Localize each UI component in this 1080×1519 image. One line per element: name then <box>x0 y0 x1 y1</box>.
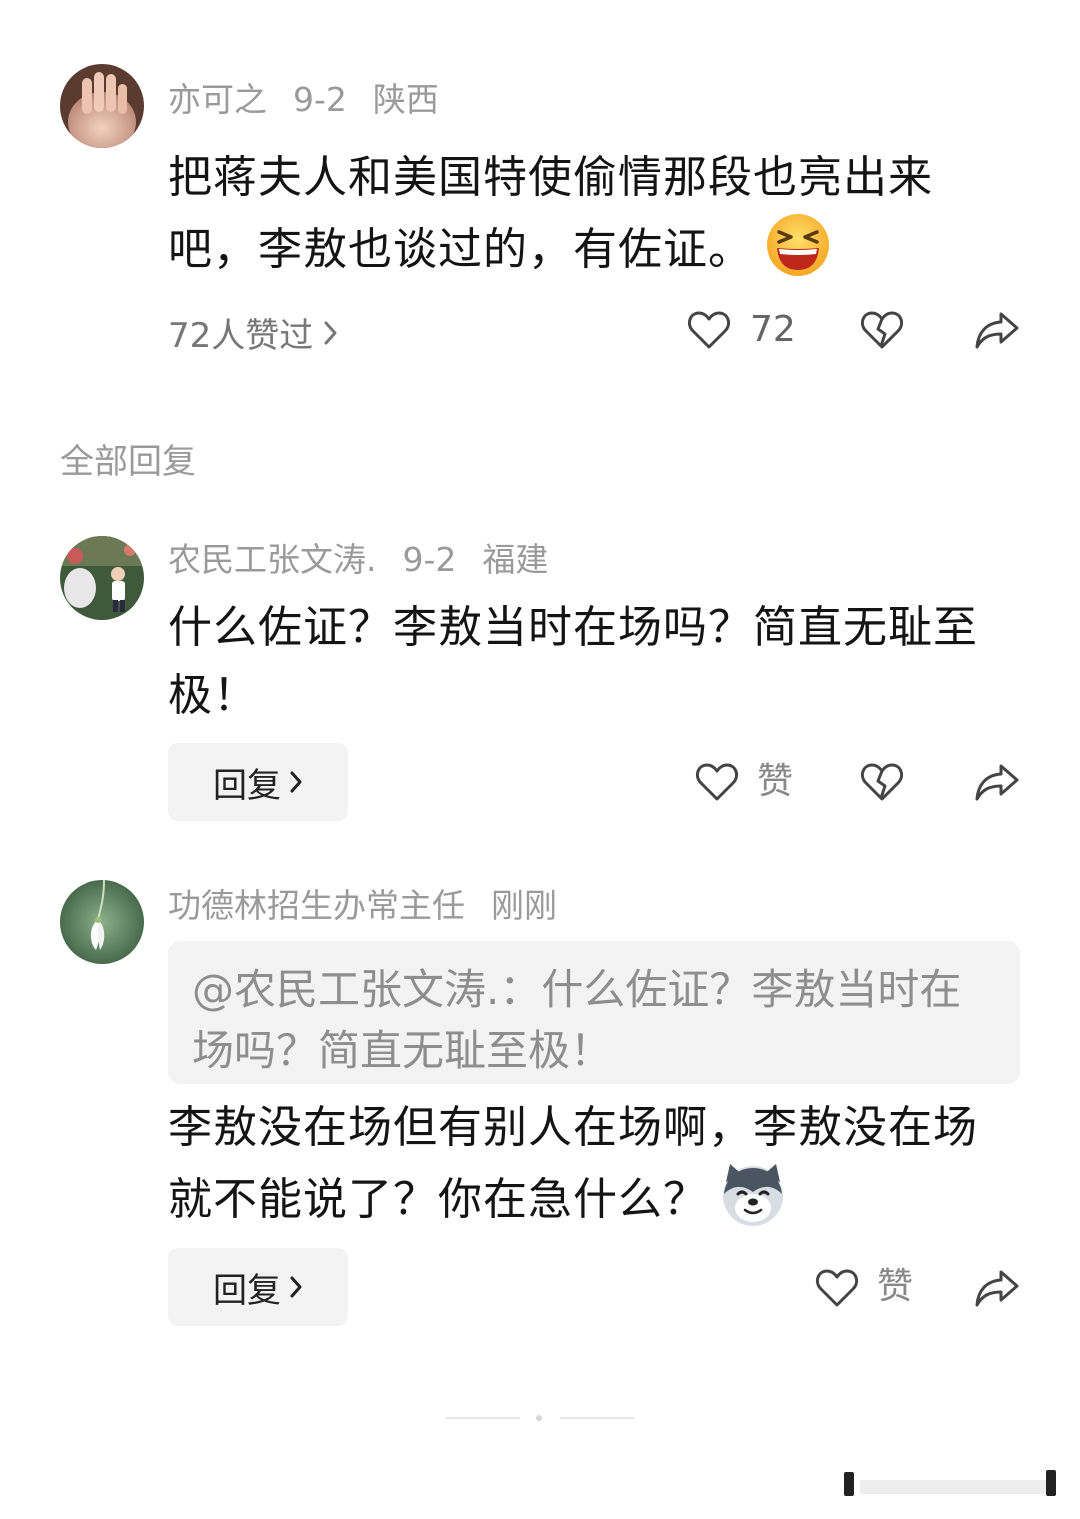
reply-1-location: 福建 <box>482 540 549 579</box>
share-arrow-icon[interactable] <box>974 310 1020 350</box>
broken-heart-icon[interactable] <box>860 762 904 802</box>
hand-avatar-image <box>60 64 144 148</box>
grinning-squint-emoji-icon <box>767 214 829 276</box>
avatar-reply-2[interactable] <box>60 880 144 964</box>
snowdrop-flower-avatar-image <box>60 880 144 964</box>
share-arrow-icon[interactable] <box>974 762 1020 802</box>
end-of-list-divider <box>446 1414 636 1424</box>
chevron-right-icon <box>324 321 337 344</box>
main-comment-date: 9-2 <box>293 80 347 119</box>
reply-1-reply-label: 回复 <box>213 765 281 806</box>
reply-2-like-label: 赞 <box>877 1266 914 1307</box>
reply-2-quoted-comment[interactable]: @农民工张文涛.：什么佐证？李敖当时在场吗？简直无耻至极！ <box>168 941 1020 1084</box>
main-comment-username[interactable]: 亦可之 <box>168 80 267 119</box>
main-comment-meta: 亦可之 9-2 陕西 <box>168 80 465 120</box>
reply-2-text: 李敖没在场但有别人在场啊，李敖没在场就不能说了？你在急什么？ <box>168 1102 978 1225</box>
garden-child-avatar-image <box>60 536 144 620</box>
reply-2-reply-button[interactable]: 回复 <box>168 1248 348 1326</box>
chevron-right-icon <box>290 771 302 793</box>
reply-2-meta: 功德林招生办常主任 刚刚 <box>168 886 583 926</box>
heart-icon[interactable] <box>695 762 739 802</box>
divider-line-right <box>560 1417 634 1419</box>
reply-1-like-label: 赞 <box>757 761 794 802</box>
reply-2-username[interactable]: 功德林招生办常主任 <box>168 886 465 925</box>
reply-1-reply-button[interactable]: 回复 <box>168 743 348 821</box>
heart-icon[interactable] <box>687 310 731 350</box>
heart-icon[interactable] <box>815 1268 859 1308</box>
divider-line-left <box>446 1417 520 1419</box>
reply-1-meta: 农民工张文涛. 9-2 福建 <box>168 540 574 580</box>
reply-1-date: 9-2 <box>402 540 457 579</box>
reply-2-date: 刚刚 <box>491 886 557 925</box>
main-comment-location: 陕西 <box>372 80 439 119</box>
share-arrow-icon[interactable] <box>974 1268 1020 1308</box>
main-like-count: 72 <box>750 309 796 350</box>
broken-heart-icon[interactable] <box>860 310 904 350</box>
reply-2-body: 李敖没在场但有别人在场啊，李敖没在场就不能说了？你在急什么？ <box>168 1094 998 1234</box>
corner-watermark <box>838 1470 1060 1498</box>
all-replies-heading: 全部回复 <box>60 442 196 482</box>
avatar-main-commenter[interactable] <box>60 64 144 148</box>
avatar-reply-1[interactable] <box>60 536 144 620</box>
reply-1-body: 什么佐证？李敖当时在场吗？简直无耻至极！ <box>168 602 978 721</box>
chevron-right-icon <box>290 1276 302 1298</box>
likes-summary-text: 72人赞过 <box>168 316 314 356</box>
reply-1-username[interactable]: 农民工张文涛. <box>168 540 377 579</box>
likes-summary-link[interactable]: 72人赞过 <box>168 308 339 357</box>
reply-2-reply-label: 回复 <box>213 1270 281 1311</box>
main-comment-body: 把蒋夫人和美国特使偷情那段也亮出来吧，李敖也谈过的，有佐证。 <box>168 144 998 284</box>
husky-dog-emoji-icon <box>723 1164 783 1226</box>
divider-dot <box>536 1415 542 1421</box>
